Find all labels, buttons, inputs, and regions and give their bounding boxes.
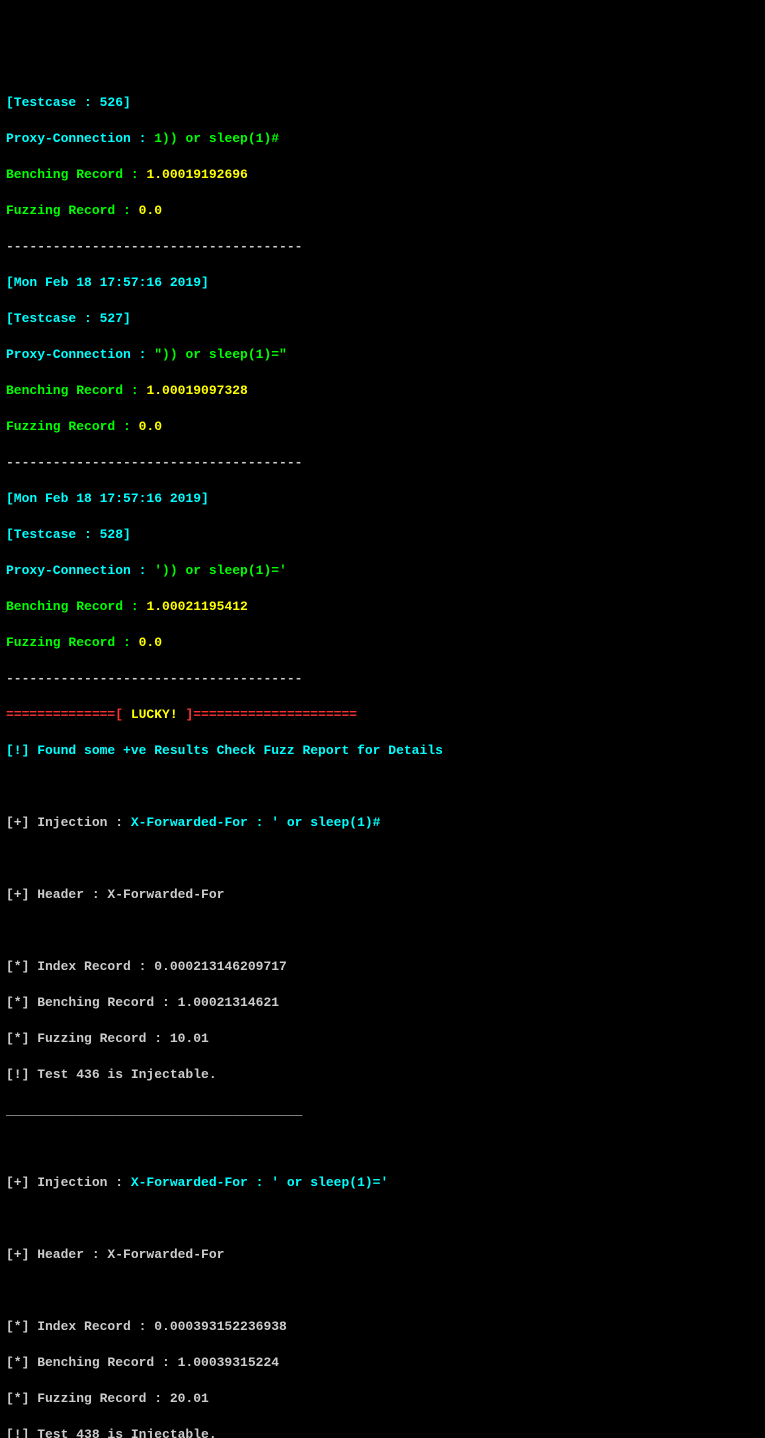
blank-line	[6, 778, 759, 796]
proxy-connection-line: Proxy-Connection : 1)) or sleep(1)#	[6, 130, 759, 148]
benching-record: [*] Benching Record : 1.00039315224	[6, 1354, 759, 1372]
fuzzing-record: [*] Fuzzing Record : 10.01	[6, 1030, 759, 1048]
label: Proxy-Connection :	[6, 347, 154, 362]
header-line: [+] Header : X-Forwarded-For	[6, 886, 759, 904]
separator: --------------------------------------	[6, 670, 759, 688]
label: [+] Injection :	[6, 815, 131, 830]
injection-line: [+] Injection : X-Forwarded-For : ' or s…	[6, 1174, 759, 1192]
banner-left: ==============[	[6, 707, 131, 722]
value: 0.0	[139, 635, 162, 650]
value: 0.0	[139, 203, 162, 218]
fuzzing-record: [*] Fuzzing Record : 20.01	[6, 1390, 759, 1408]
value: 1)) or sleep(1)#	[154, 131, 279, 146]
fuzzing-record-line: Fuzzing Record : 0.0	[6, 418, 759, 436]
value: 1.00019192696	[146, 167, 247, 182]
value: ')) or sleep(1)='	[154, 563, 287, 578]
banner-right: ]=====================	[178, 707, 357, 722]
value: X-Forwarded-For : ' or sleep(1)#	[131, 815, 381, 830]
terminal-output: [Testcase : 526] Proxy-Connection : 1)) …	[6, 76, 759, 1438]
value: 1.00019097328	[146, 383, 247, 398]
testcase-header: [Testcase : 527]	[6, 310, 759, 328]
timestamp: [Mon Feb 18 17:57:16 2019]	[6, 274, 759, 292]
label: Fuzzing Record :	[6, 203, 139, 218]
blank-line	[6, 922, 759, 940]
test-injectable-msg: [!] Test 436 is Injectable.	[6, 1066, 759, 1084]
label: Benching Record :	[6, 383, 146, 398]
test-injectable-msg: [!] Test 438 is Injectable.	[6, 1426, 759, 1438]
benching-record-line: Benching Record : 1.00019192696	[6, 166, 759, 184]
value: ")) or sleep(1)="	[154, 347, 287, 362]
benching-record: [*] Benching Record : 1.00021314621	[6, 994, 759, 1012]
testcase-header: [Testcase : 526]	[6, 94, 759, 112]
label: Fuzzing Record :	[6, 635, 139, 650]
value: X-Forwarded-For : ' or sleep(1)='	[131, 1175, 388, 1190]
header-line: [+] Header : X-Forwarded-For	[6, 1246, 759, 1264]
label: Fuzzing Record :	[6, 419, 139, 434]
value: 0.0	[139, 419, 162, 434]
found-results-msg: [!] Found some +ve Results Check Fuzz Re…	[6, 742, 759, 760]
index-record: [*] Index Record : 0.000213146209717	[6, 958, 759, 976]
separator: --------------------------------------	[6, 238, 759, 256]
label: Proxy-Connection :	[6, 563, 154, 578]
fuzzing-record-line: Fuzzing Record : 0.0	[6, 634, 759, 652]
label: Proxy-Connection :	[6, 131, 154, 146]
label: Benching Record :	[6, 599, 146, 614]
value: 1.00021195412	[146, 599, 247, 614]
underline-rule: ______________________________________	[6, 1102, 759, 1120]
lucky-banner: ==============[ LUCKY! ]================…	[6, 706, 759, 724]
fuzzing-record-line: Fuzzing Record : 0.0	[6, 202, 759, 220]
label: [+] Injection :	[6, 1175, 131, 1190]
blank-line	[6, 1138, 759, 1156]
index-record: [*] Index Record : 0.000393152236938	[6, 1318, 759, 1336]
injection-line: [+] Injection : X-Forwarded-For : ' or s…	[6, 814, 759, 832]
blank-line	[6, 1210, 759, 1228]
benching-record-line: Benching Record : 1.00021195412	[6, 598, 759, 616]
blank-line	[6, 850, 759, 868]
proxy-connection-line: Proxy-Connection : ')) or sleep(1)='	[6, 562, 759, 580]
timestamp: [Mon Feb 18 17:57:16 2019]	[6, 490, 759, 508]
testcase-header: [Testcase : 528]	[6, 526, 759, 544]
blank-line	[6, 1282, 759, 1300]
banner-mid: LUCKY!	[131, 707, 178, 722]
label: Benching Record :	[6, 167, 146, 182]
separator: --------------------------------------	[6, 454, 759, 472]
benching-record-line: Benching Record : 1.00019097328	[6, 382, 759, 400]
proxy-connection-line: Proxy-Connection : ")) or sleep(1)="	[6, 346, 759, 364]
